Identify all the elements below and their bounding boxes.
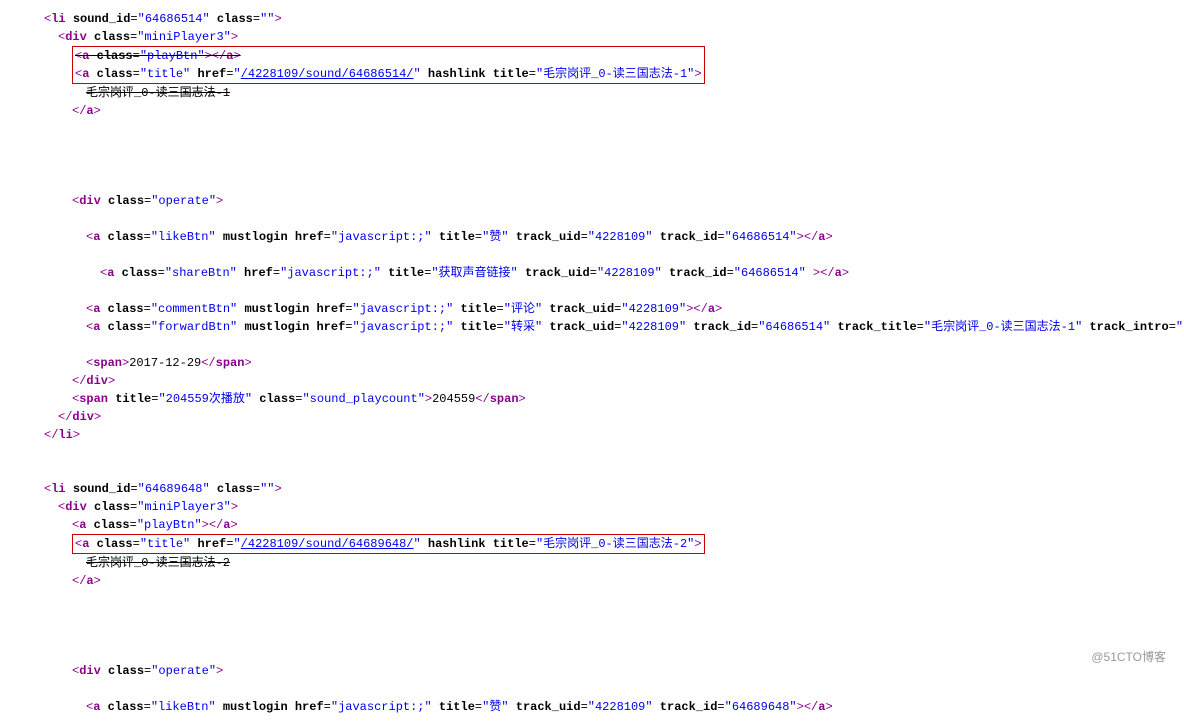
href-link[interactable]: /4228109/sound/64689648/ bbox=[241, 537, 414, 551]
code-line: <div class="operate"> bbox=[16, 662, 1168, 680]
code-line: <a class="likeBtn" mustlogin href="javas… bbox=[16, 698, 1168, 716]
title-text: 毛宗岗评_0-读三国志法-1 bbox=[86, 86, 230, 100]
code-line: <a class="title" href="/4228109/sound/64… bbox=[16, 534, 1168, 554]
code-line: </div> bbox=[16, 372, 1168, 390]
code-line: <a class="playBtn"></a> bbox=[16, 516, 1168, 534]
code-line: </a> bbox=[16, 102, 1168, 120]
code-line: <div class="miniPlayer3"> bbox=[16, 498, 1168, 516]
code-line: <div class="miniPlayer3"> bbox=[16, 28, 1168, 46]
playcount-text: 204559 bbox=[432, 392, 475, 406]
code-line: <li sound_id="64689648" class=""> bbox=[16, 480, 1168, 498]
sound-id-val: 64689648 bbox=[145, 482, 203, 496]
code-line: <div class="operate"> bbox=[16, 192, 1168, 210]
watermark: @51CTO博客 bbox=[1091, 648, 1166, 666]
date-text: 2017-12-29 bbox=[129, 356, 201, 370]
code-line: 毛宗岗评_0-读三国志法-2 bbox=[16, 554, 1168, 572]
code-line: <a class="forwardBtn" mustlogin href="ja… bbox=[16, 318, 1168, 336]
title-text: 毛宗岗评_0-读三国志法-2 bbox=[86, 556, 230, 570]
code-line: <span>2017-12-29</span> bbox=[16, 354, 1168, 372]
highlight-box: <a class="playBtn"></a> <a class="title"… bbox=[72, 46, 705, 84]
code-line: <a class="playBtn"></a> <a class="title"… bbox=[16, 46, 1168, 84]
code-line: 毛宗岗评_0-读三国志法-1 bbox=[16, 84, 1168, 102]
sound-id-val: 64686514 bbox=[145, 12, 203, 26]
code-line: <a class="likeBtn" mustlogin href="javas… bbox=[16, 228, 1168, 246]
code-line: <a class="commentBtn" mustlogin href="ja… bbox=[16, 300, 1168, 318]
href-link[interactable]: /4228109/sound/64686514/ bbox=[241, 67, 414, 81]
highlight-box: <a class="title" href="/4228109/sound/64… bbox=[72, 534, 705, 554]
code-line: <li sound_id="64686514" class=""> bbox=[16, 10, 1168, 28]
code-line: </div> bbox=[16, 408, 1168, 426]
code-line: </li> bbox=[16, 426, 1168, 444]
code-line: </a> bbox=[16, 572, 1168, 590]
code-line: <a class="shareBtn" href="javascript:;" … bbox=[16, 264, 1168, 282]
code-line: <span title="204559次播放" class="sound_pla… bbox=[16, 390, 1168, 408]
